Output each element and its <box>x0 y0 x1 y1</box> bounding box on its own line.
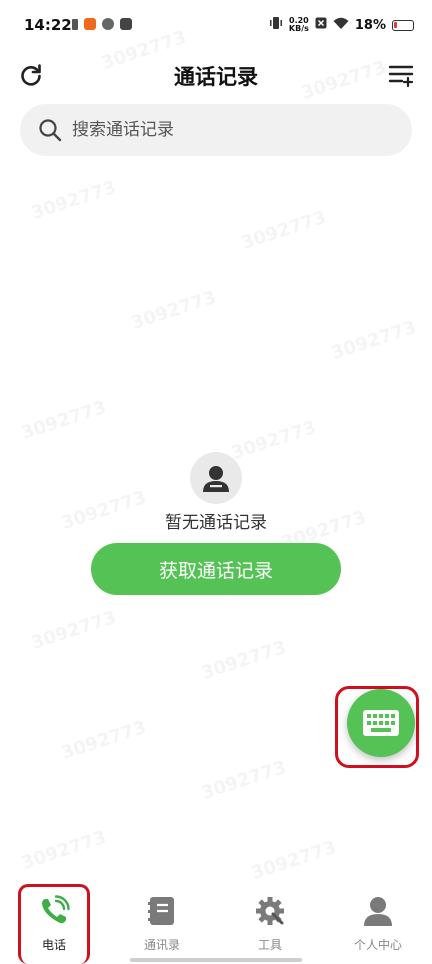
empty-state-avatar <box>190 452 242 504</box>
battery-level: 18% <box>354 17 386 33</box>
empty-state-message: 暂无通话记录 <box>165 513 267 533</box>
watermark-text: 3092773 <box>129 287 219 334</box>
watermark-text: 3092773 <box>249 837 339 884</box>
watermark-text: 3092773 <box>19 397 109 444</box>
status-system-icons: 0.20 KB/s 18% <box>269 16 414 34</box>
nav-label: 工具 <box>257 938 282 952</box>
wifi-icon <box>333 17 349 34</box>
search-icon <box>39 119 62 142</box>
person-icon <box>361 894 395 928</box>
home-indicator[interactable] <box>130 958 302 962</box>
call-log-screen: 3092773 3092773 3092773 3092773 3092773 … <box>0 0 432 964</box>
watermark-text: 3092773 <box>239 207 329 254</box>
battery-saver-icon <box>72 18 78 30</box>
message-notification-icon <box>120 18 132 30</box>
sim-disabled-icon <box>315 17 327 33</box>
dial-keypad-button[interactable] <box>347 689 415 757</box>
nav-item-contacts[interactable]: 通讯录 <box>122 894 202 953</box>
link-notification-icon <box>102 18 114 30</box>
status-time: 14:22 <box>24 16 72 34</box>
watermark-text: 3092773 <box>329 317 419 364</box>
network-speed: 0.20 KB/s <box>289 17 309 33</box>
battery-icon <box>392 19 414 31</box>
watermark-text: 3092773 <box>199 637 289 684</box>
tools-gear-icon <box>253 894 287 928</box>
keyboard-icon <box>363 710 399 736</box>
search-bar[interactable] <box>20 104 412 156</box>
watermark-text: 3092773 <box>29 607 119 654</box>
nav-item-profile[interactable]: 个人中心 <box>338 894 418 953</box>
watermark-text: 3092773 <box>199 757 289 804</box>
app-header: 通话记录 <box>0 50 432 100</box>
nav-label: 通讯录 <box>143 938 180 952</box>
vibrate-icon <box>269 16 283 34</box>
watermark-text: 3092773 <box>19 827 109 874</box>
nav-highlight-box <box>18 884 90 964</box>
nav-label: 个人中心 <box>353 938 402 952</box>
search-input[interactable] <box>72 120 372 140</box>
network-speed-unit: KB/s <box>288 24 309 33</box>
status-bar: 14:22 0.20 KB/s 18% <box>0 0 432 50</box>
fetch-call-log-button[interactable]: 获取通话记录 <box>91 543 341 595</box>
app-notification-icon <box>84 18 96 30</box>
watermark-text: 3092773 <box>59 717 149 764</box>
watermark-text: 3092773 <box>29 177 119 224</box>
filter-list-button[interactable] <box>386 60 416 90</box>
page-title: 通话记录 <box>174 65 258 89</box>
status-notification-icons <box>72 18 132 30</box>
person-placeholder-icon <box>203 466 229 492</box>
watermark-text: 3092773 <box>229 417 319 464</box>
nav-item-tools[interactable]: 工具 <box>230 894 310 953</box>
contacts-book-icon <box>145 894 179 928</box>
list-add-icon <box>388 65 414 88</box>
